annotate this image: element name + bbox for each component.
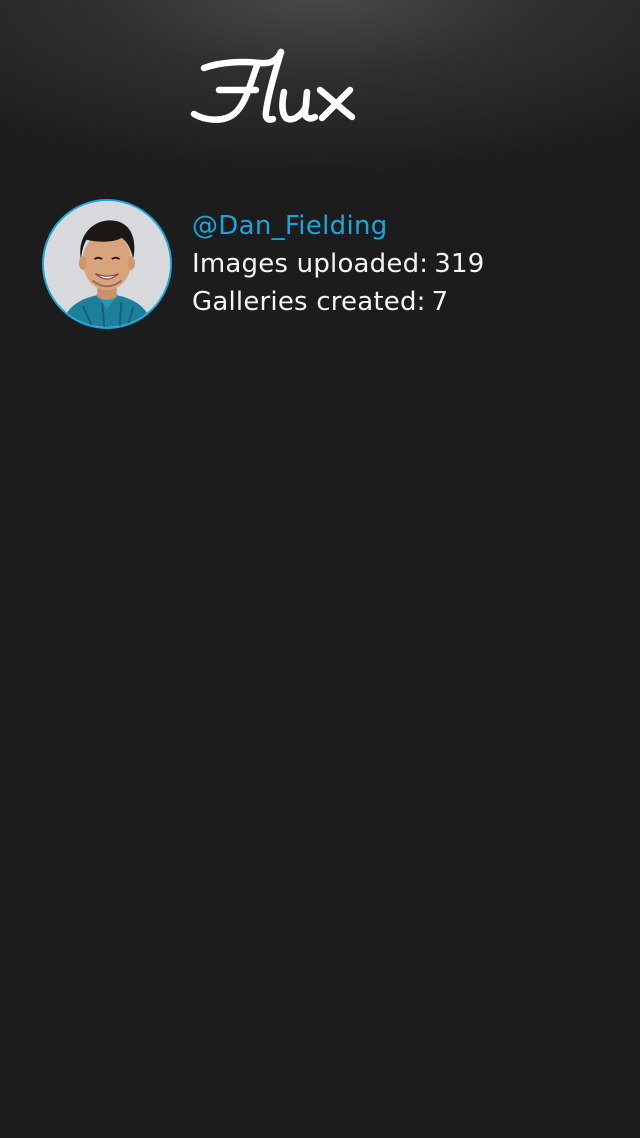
avatar[interactable] [42, 199, 172, 329]
images-uploaded-stat: Images uploaded: 319 [192, 245, 592, 283]
galleries-created-stat: Galleries created: 7 [192, 283, 592, 321]
galleries-created-value: 7 [431, 287, 449, 317]
flux-logo-icon [190, 48, 356, 123]
user-profile-header: @Dan_Fielding Images uploaded: 319 Galler… [42, 199, 602, 331]
profile-screen: @Dan_Fielding Images uploaded: 319 Galler… [0, 0, 640, 1138]
galleries-created-label: Galleries created: [192, 287, 426, 317]
avatar-icon [44, 201, 170, 327]
images-uploaded-label: Images uploaded: [192, 249, 429, 279]
images-uploaded-value: 319 [434, 249, 485, 279]
profile-info: @Dan_Fielding Images uploaded: 319 Galler… [192, 207, 592, 321]
flux-logo [180, 40, 370, 130]
username-link[interactable]: @Dan_Fielding [192, 207, 592, 245]
